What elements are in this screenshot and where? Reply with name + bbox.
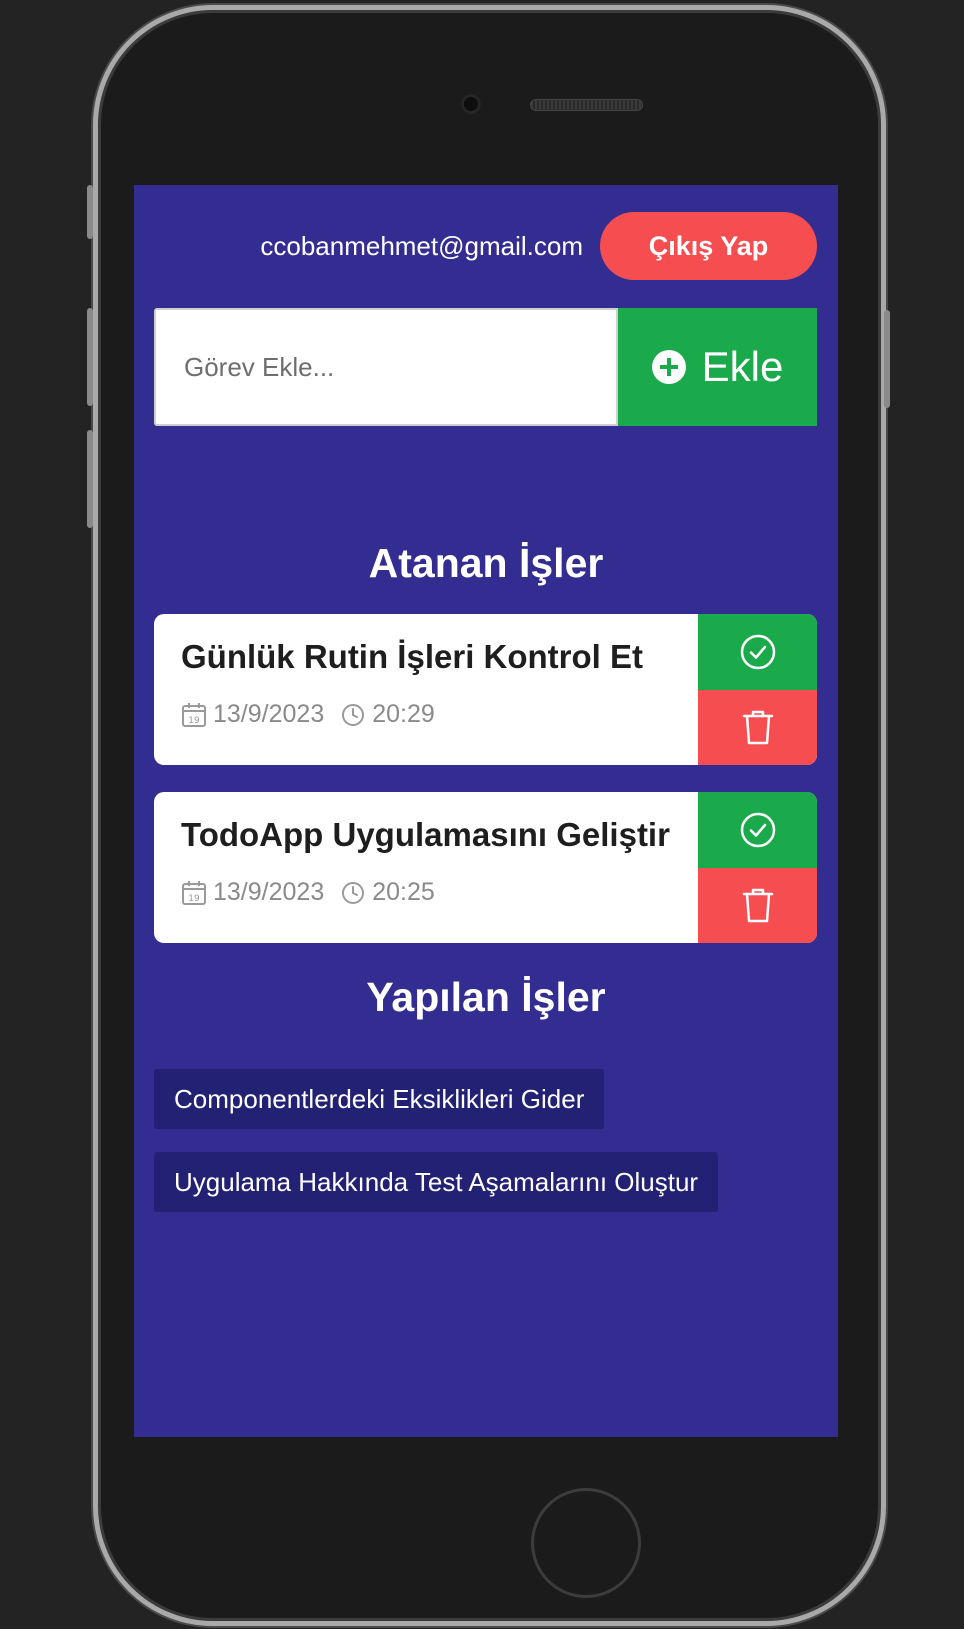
complete-task-button[interactable] — [698, 614, 817, 690]
done-task-list: Componentlerdeki Eksiklikleri Gider Uygu… — [154, 1069, 719, 1235]
svg-text:19: 19 — [188, 716, 200, 726]
plus-circle-icon — [651, 350, 686, 384]
delete-task-button[interactable] — [698, 867, 817, 943]
mute-switch — [87, 185, 93, 239]
task-meta: 19 13/9/2023 20:25 — [181, 878, 435, 907]
done-tasks-title: Yapılan İşler — [366, 974, 606, 1020]
calendar-icon: 19 — [182, 702, 206, 727]
done-task-item[interactable]: Componentlerdeki Eksiklikleri Gider — [154, 1069, 605, 1129]
task-meta: 19 13/9/2023 20:29 — [181, 700, 435, 729]
svg-text:19: 19 — [188, 894, 200, 904]
task-card: TodoApp Uygulamasını Geliştir 19 13/9/20… — [154, 792, 817, 943]
task-time: 20:29 — [372, 700, 435, 728]
check-circle-icon — [740, 812, 775, 847]
task-actions — [698, 792, 817, 943]
clock-icon — [342, 881, 365, 904]
assigned-task-list: Günlük Rutin İşleri Kontrol Et 19 13/9/2… — [154, 614, 817, 970]
volume-down-button — [87, 430, 93, 528]
task-time: 20:25 — [372, 878, 435, 906]
task-date: 13/9/2023 — [213, 878, 325, 906]
calendar-icon: 19 — [182, 880, 206, 905]
complete-task-button[interactable] — [698, 792, 817, 868]
volume-up-button — [87, 308, 93, 406]
add-task-button-label: Ekle — [701, 343, 784, 390]
trash-icon — [742, 889, 773, 923]
task-input[interactable] — [154, 308, 618, 426]
done-task-item[interactable]: Uygulama Hakkında Test Aşamalarını Oluşt… — [154, 1152, 719, 1212]
speaker-grille — [530, 99, 643, 111]
camera-icon — [461, 94, 481, 114]
add-task-button[interactable]: Ekle — [618, 308, 817, 426]
task-actions — [698, 614, 817, 765]
home-button[interactable] — [531, 1488, 641, 1598]
top-bar: ccobanmehmet@gmail.com Çıkış Yap — [134, 212, 838, 280]
task-time-group: 20:29 — [340, 700, 435, 729]
assigned-tasks-title: Atanan İşler — [368, 540, 604, 586]
trash-icon — [742, 711, 773, 745]
check-circle-icon — [740, 634, 775, 669]
user-email: ccobanmehmet@gmail.com — [260, 231, 583, 261]
list-item: Uygulama Hakkında Test Aşamalarını Oluşt… — [154, 1152, 719, 1235]
logout-button[interactable]: Çıkış Yap — [600, 212, 817, 280]
delete-task-button[interactable] — [698, 689, 817, 765]
task-title: Günlük Rutin İşleri Kontrol Et — [181, 638, 643, 675]
power-button — [884, 310, 890, 408]
app-screen: ccobanmehmet@gmail.com Çıkış Yap Ekle At… — [134, 185, 838, 1437]
task-card: Günlük Rutin İşleri Kontrol Et 19 13/9/2… — [154, 614, 817, 765]
task-date: 13/9/2023 — [213, 700, 325, 728]
add-task-form: Ekle — [154, 308, 817, 426]
clock-icon — [342, 703, 365, 726]
task-title: TodoApp Uygulamasını Geliştir — [181, 816, 670, 853]
list-item: Componentlerdeki Eksiklikleri Gider — [154, 1069, 718, 1152]
task-time-group: 20:25 — [340, 878, 435, 907]
